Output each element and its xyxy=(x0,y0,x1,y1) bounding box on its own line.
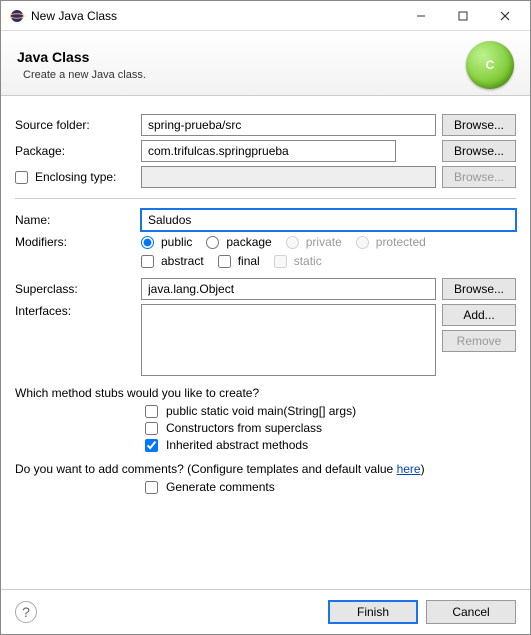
package-input[interactable] xyxy=(141,140,396,162)
modifier-final-checkbox[interactable]: final xyxy=(218,254,260,268)
interfaces-label: Interfaces: xyxy=(15,304,135,318)
generate-comments-checkbox[interactable] xyxy=(145,481,158,494)
enclosing-type-input xyxy=(141,166,436,188)
maximize-button[interactable] xyxy=(442,2,484,30)
package-label: Package: xyxy=(15,144,135,158)
cancel-button[interactable]: Cancel xyxy=(426,600,516,624)
minimize-button[interactable] xyxy=(400,2,442,30)
superclass-label: Superclass: xyxy=(15,282,135,296)
interfaces-add-button[interactable]: Add... xyxy=(442,304,516,326)
superclass-input[interactable] xyxy=(141,278,436,300)
generate-comments-label: Generate comments xyxy=(166,480,275,494)
enclosing-browse-button: Browse... xyxy=(442,166,516,188)
stub-inherited-checkbox[interactable] xyxy=(145,439,158,452)
package-browse-button[interactable]: Browse... xyxy=(442,140,516,162)
stub-main-checkbox[interactable] xyxy=(145,405,158,418)
stub-constructors-label: Constructors from superclass xyxy=(166,421,322,435)
class-icon: C xyxy=(466,41,514,89)
method-stubs-question: Which method stubs would you like to cre… xyxy=(15,386,516,400)
interfaces-remove-button: Remove xyxy=(442,330,516,352)
comments-question: Do you want to add comments? (Configure … xyxy=(15,462,516,476)
modifier-static-checkbox: static xyxy=(274,254,322,268)
finish-button[interactable]: Finish xyxy=(328,600,418,624)
enclosing-type-checkbox[interactable] xyxy=(15,171,28,184)
source-folder-label: Source folder: xyxy=(15,118,135,132)
configure-here-link[interactable]: here xyxy=(397,462,421,476)
stub-main-label: public static void main(String[] args) xyxy=(166,404,356,418)
modifier-protected-radio: protected xyxy=(356,235,426,249)
modifier-abstract-checkbox[interactable]: abstract xyxy=(141,254,204,268)
close-button[interactable] xyxy=(484,2,526,30)
modifiers-label: Modifiers: xyxy=(15,235,135,249)
modifier-private-radio: private xyxy=(286,235,342,249)
enclosing-type-label: Enclosing type: xyxy=(35,170,116,184)
banner-title: Java Class xyxy=(17,49,466,65)
source-folder-input[interactable] xyxy=(141,114,436,136)
help-button[interactable]: ? xyxy=(15,601,37,623)
name-label: Name: xyxy=(15,213,135,227)
window-title: New Java Class xyxy=(31,9,400,23)
source-folder-browse-button[interactable]: Browse... xyxy=(442,114,516,136)
stub-inherited-label: Inherited abstract methods xyxy=(166,438,308,452)
banner-subtitle: Create a new Java class. xyxy=(17,69,466,81)
name-input[interactable] xyxy=(141,209,516,231)
interfaces-list[interactable] xyxy=(141,304,436,376)
modifier-public-radio[interactable]: public xyxy=(141,235,192,249)
eclipse-icon xyxy=(9,8,25,24)
modifier-package-radio[interactable]: package xyxy=(206,235,271,249)
stub-constructors-checkbox[interactable] xyxy=(145,422,158,435)
superclass-browse-button[interactable]: Browse... xyxy=(442,278,516,300)
